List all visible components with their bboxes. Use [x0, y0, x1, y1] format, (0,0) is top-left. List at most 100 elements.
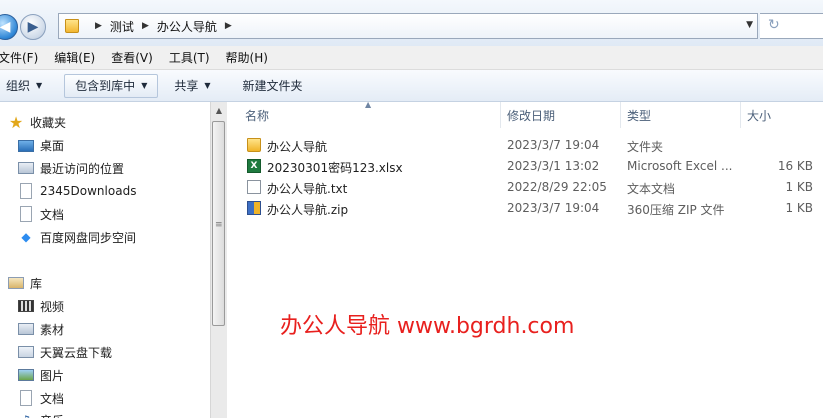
star-icon: ★	[8, 112, 24, 132]
nav-item-baidu-sync[interactable]: ◆ 百度网盘同步空间	[0, 226, 136, 248]
new-folder-label: 新建文件夹	[242, 79, 303, 93]
chevron-down-icon: ▼	[204, 81, 211, 90]
share-label: 共享	[174, 79, 199, 93]
nav-item-music[interactable]: ♫ 音乐	[0, 409, 64, 418]
file-type: 360压缩 ZIP 文件	[627, 203, 725, 217]
nav-label: 天翼云盘下载	[40, 345, 113, 360]
video-icon	[18, 300, 34, 312]
nav-label: 图片	[40, 368, 65, 383]
grip-icon: ≡	[215, 220, 222, 230]
file-size: 16 KB	[777, 159, 813, 173]
menu-help[interactable]: 帮助(H)	[226, 49, 276, 66]
file-date: 2023/3/7 19:04	[507, 201, 600, 215]
baidu-netdisk-icon: ◆	[21, 230, 31, 244]
nav-item-pictures[interactable]: 图片	[0, 364, 64, 386]
file-name: 20230301密码123.xlsx	[267, 161, 403, 175]
nav-scrollbar[interactable]: ▲ ≡	[210, 102, 227, 418]
nav-favorites[interactable]: ★ 收藏夹	[0, 111, 66, 133]
music-icon: ♫	[18, 412, 34, 418]
document-icon	[20, 390, 32, 406]
chevron-down-icon: ▼	[36, 81, 43, 90]
chevron-down-icon[interactable]: ▼	[746, 20, 753, 30]
chevron-right-icon[interactable]: ▶	[142, 21, 149, 31]
chevron-right-icon[interactable]: ▶	[95, 21, 102, 31]
recent-places-icon	[18, 162, 34, 174]
nav-label: 视频	[40, 299, 65, 314]
chevron-right-icon[interactable]: ▶	[225, 21, 232, 31]
nav-label: 百度网盘同步空间	[40, 230, 137, 245]
column-header-type[interactable]: 类型	[621, 102, 741, 128]
nav-item-desktop[interactable]: 桌面	[0, 134, 64, 156]
scrollbar-thumb[interactable]: ≡	[212, 121, 225, 326]
nav-item-videos[interactable]: 视频	[0, 295, 64, 317]
column-type-label: 类型	[627, 108, 652, 123]
nav-item-documents[interactable]: 文档	[0, 203, 64, 225]
nav-label: 文档	[40, 391, 65, 406]
file-type: 文本文档	[627, 182, 676, 196]
menu-tools[interactable]: 工具(T)	[169, 49, 218, 66]
nav-item-lib-documents[interactable]: 文档	[0, 387, 64, 409]
arrow-left-icon: ◀	[0, 19, 11, 35]
library-folder-icon	[18, 346, 34, 358]
address-bar-row: ◀ ▶ ▶ 测试 ▶ 办公人导航 ▶ ▼ ↻	[0, 0, 823, 46]
file-row[interactable]: 办公人导航.txt 2022/8/29 22:05 文本文档 1 KB	[227, 177, 823, 198]
library-icon	[8, 277, 24, 289]
address-bar[interactable]: ▶ 测试 ▶ 办公人导航 ▶ ▼	[58, 13, 758, 39]
chevron-down-icon: ▼	[141, 81, 148, 90]
file-row[interactable]: 办公人导航.zip 2023/3/7 19:04 360压缩 ZIP 文件 1 …	[227, 198, 823, 219]
column-header-date[interactable]: 修改日期	[501, 102, 621, 128]
library-folder-icon	[18, 323, 34, 335]
menu-file[interactable]: 文件(F)	[0, 49, 46, 66]
nav-libraries[interactable]: 库	[0, 272, 42, 294]
text-file-icon	[247, 180, 261, 194]
nav-label: 2345Downloads	[40, 184, 137, 198]
column-date-label: 修改日期	[507, 108, 556, 123]
refresh-area[interactable]: ↻	[760, 13, 823, 39]
new-folder-button[interactable]: 新建文件夹	[233, 74, 313, 98]
menu-edit[interactable]: 编辑(E)	[54, 49, 103, 66]
share-button[interactable]: 共享 ▼	[164, 74, 220, 98]
nav-label: 素材	[40, 322, 65, 337]
arrow-right-icon: ▶	[27, 19, 39, 35]
watermark-text: 办公人导航 www.bgrdh.com	[280, 314, 575, 339]
breadcrumb-item-0[interactable]: 测试	[110, 18, 134, 35]
forward-button[interactable]: ▶	[20, 14, 46, 40]
file-date: 2022/8/29 22:05	[507, 180, 607, 194]
folder-icon	[247, 138, 261, 152]
file-type: 文件夹	[627, 140, 664, 154]
menu-bar: 文件(F) 编辑(E) 查看(V) 工具(T) 帮助(H)	[0, 46, 823, 70]
picture-icon	[18, 369, 34, 381]
nav-label: 收藏夹	[30, 115, 67, 130]
blank-file-icon	[20, 183, 32, 199]
organize-button[interactable]: 组织 ▼	[0, 74, 52, 98]
nav-item-recent[interactable]: 最近访问的位置	[0, 157, 124, 179]
file-list: ▲ 名称 修改日期 类型 大小 办公人导航 2023/3/7 19:04 文件夹…	[227, 102, 823, 418]
file-date: 2023/3/1 13:02	[507, 159, 600, 173]
zip-file-icon	[247, 201, 261, 215]
file-name: 办公人导航	[267, 140, 328, 154]
folder-icon	[65, 19, 79, 33]
menu-view[interactable]: 查看(V)	[111, 49, 161, 66]
file-type: Microsoft Excel ...	[627, 159, 733, 173]
column-name-label: 名称	[245, 108, 270, 123]
file-size: 1 KB	[785, 180, 813, 194]
document-icon	[20, 206, 32, 222]
nav-label: 桌面	[40, 138, 65, 153]
file-row[interactable]: 办公人导航 2023/3/7 19:04 文件夹	[227, 135, 823, 156]
command-bar: 组织 ▼ 包含到库中 ▼ 共享 ▼ 新建文件夹	[0, 70, 823, 102]
back-button[interactable]: ◀	[0, 14, 18, 40]
include-in-library-button[interactable]: 包含到库中 ▼	[64, 73, 159, 98]
column-size-label: 大小	[747, 108, 772, 123]
refresh-icon[interactable]: ↻	[768, 17, 780, 33]
nav-item-downloads[interactable]: 2345Downloads	[0, 180, 136, 202]
breadcrumb-item-1[interactable]: 办公人导航	[157, 18, 217, 35]
nav-item-tianyi-download[interactable]: 天翼云盘下载	[0, 341, 112, 363]
nav-item-materials[interactable]: 素材	[0, 318, 64, 340]
column-header-size[interactable]: 大小	[741, 102, 823, 128]
scroll-up-icon[interactable]: ▲	[211, 102, 227, 119]
file-row[interactable]: X 20230301密码123.xlsx 2023/3/1 13:02 Micr…	[227, 156, 823, 177]
nav-label: 最近访问的位置	[40, 161, 125, 176]
desktop-icon	[18, 140, 34, 152]
column-header-name[interactable]: 名称	[239, 102, 501, 128]
navigation-pane: ★ 收藏夹 桌面 最近访问的位置 2345Downloads 文档 ◆ 百度网盘…	[0, 102, 210, 418]
